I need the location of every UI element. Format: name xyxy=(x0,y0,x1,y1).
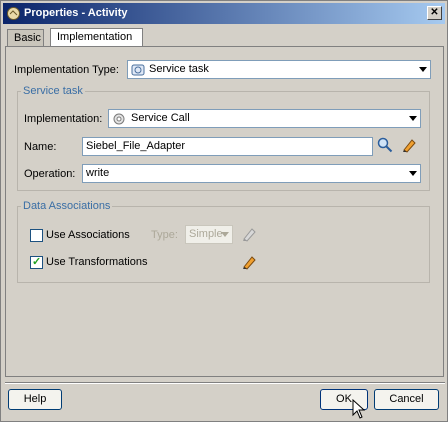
properties-dialog: Properties - Activity ✕ Basic Implementa… xyxy=(0,0,448,422)
chevron-down-icon xyxy=(409,171,417,176)
close-button[interactable]: ✕ xyxy=(427,6,442,20)
check-icon: ✓ xyxy=(32,256,42,268)
cancel-button[interactable]: Cancel xyxy=(374,389,439,410)
operation-value: write xyxy=(86,167,110,179)
implementation-label: Implementation: xyxy=(24,113,103,125)
type-label: Type: xyxy=(151,229,178,241)
operation-select[interactable]: write xyxy=(82,164,421,183)
operation-label: Operation: xyxy=(24,168,76,180)
name-value: Siebel_File_Adapter xyxy=(86,140,186,152)
pencil-disabled-icon[interactable] xyxy=(241,226,257,242)
chevron-down-icon xyxy=(419,67,427,72)
data-associations-group xyxy=(17,206,430,283)
chevron-down-icon xyxy=(221,232,229,237)
use-transformations-checkbox[interactable]: ✓ xyxy=(30,256,43,269)
pencil-icon[interactable] xyxy=(401,137,417,153)
use-associations-label: Use Associations xyxy=(46,229,130,241)
type-select[interactable]: Simple xyxy=(185,225,233,244)
implementation-value: Service Call xyxy=(131,112,190,124)
gear-icon xyxy=(113,113,125,125)
window-title: Properties - Activity xyxy=(24,7,128,19)
title-bar[interactable]: Properties - Activity ✕ xyxy=(3,3,445,24)
implementation-type-label: Implementation Type: xyxy=(14,64,119,76)
tab-basic[interactable]: Basic xyxy=(7,29,44,47)
search-icon[interactable] xyxy=(377,137,393,153)
mouse-cursor-icon xyxy=(352,399,366,419)
use-transformations-label: Use Transformations xyxy=(46,256,148,268)
type-value: Simple xyxy=(189,228,223,240)
data-associations-group-title: Data Associations xyxy=(21,200,113,212)
service-task-icon xyxy=(131,64,145,76)
tab-basic-label: Basic xyxy=(14,32,41,44)
service-task-group-title: Service task xyxy=(21,85,85,97)
name-field[interactable]: Siebel_File_Adapter xyxy=(82,137,373,156)
close-icon: ✕ xyxy=(430,7,439,18)
tab-implementation[interactable]: Implementation xyxy=(50,28,143,47)
app-icon xyxy=(7,7,20,20)
help-button[interactable]: Help xyxy=(8,389,62,410)
name-label: Name: xyxy=(24,141,57,153)
implementation-select[interactable]: Service Call xyxy=(108,109,421,128)
pencil-icon[interactable] xyxy=(241,254,257,270)
tab-implementation-label: Implementation xyxy=(57,31,133,43)
implementation-type-value: Service task xyxy=(149,63,209,75)
implementation-type-select[interactable]: Service task xyxy=(127,60,431,79)
chevron-down-icon xyxy=(409,116,417,121)
footer-separator xyxy=(5,382,445,384)
use-associations-checkbox[interactable] xyxy=(30,229,43,242)
